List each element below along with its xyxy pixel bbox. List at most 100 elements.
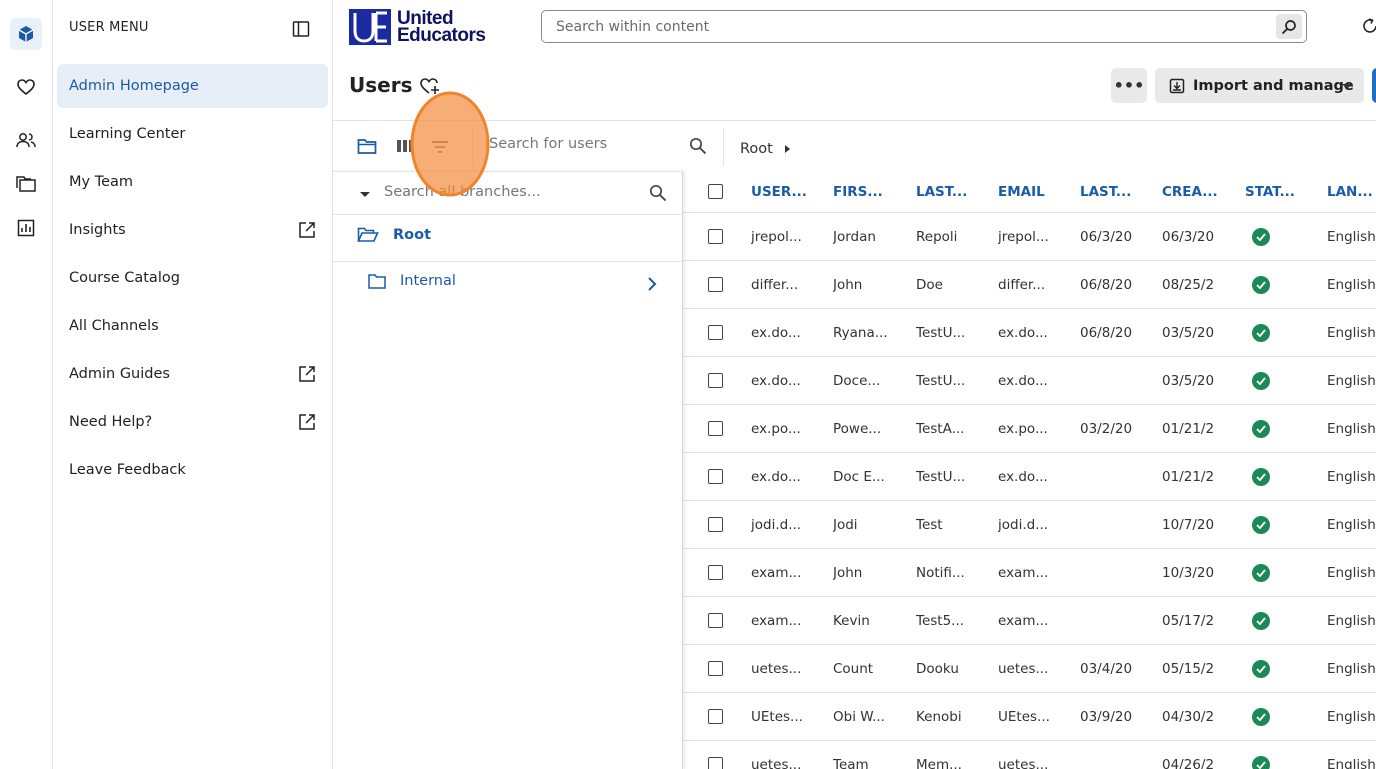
folder-view-icon[interactable] [357,137,377,155]
row-checkbox[interactable] [708,420,723,436]
table-row[interactable]: uetes... Team Mem... uetes... 04/26/2 English [683,741,1376,769]
col-first-name-cell: Count [833,660,874,677]
col-email-cell: uetes... [998,756,1049,769]
col-last-name-cell: Test5... [916,612,965,629]
sidebar-item-course-catalog[interactable]: Course Catalog [57,256,328,300]
col-created-cell: 04/30/2 [1162,708,1215,725]
folders-icon[interactable] [10,168,42,200]
table-row[interactable]: ex.po... Powe... TestA... ex.po... 03/2/20 01… [683,405,1376,453]
branch-root-label: Root [393,227,432,243]
col-email-cell: UEtes... [998,708,1050,725]
select-all-checkbox[interactable] [708,183,723,199]
sidebar-item-admin-homepage[interactable]: Admin Homepage [57,64,328,108]
col-first-name-cell: Powe... [833,420,882,437]
status-cell [1245,597,1270,644]
sidebar-item-admin-guides[interactable]: Admin Guides [57,352,328,396]
row-checkbox[interactable] [708,468,723,484]
table-row[interactable]: ex.do... Ryana... TestU... ex.do... 06/8/20 0… [683,309,1376,357]
breadcrumb-caret-icon [785,145,790,153]
sidebar-item-label: Leave Feedback [69,462,186,478]
col-email-cell: uetes... [998,660,1049,677]
chevron-right-icon[interactable] [646,276,658,291]
import-and-manage-label: Import and manage [1193,77,1354,94]
table-row[interactable]: ex.do... Doc E... TestU... ex.do... 01/21/2 E… [683,453,1376,501]
col-username-cell: exam... [751,564,802,581]
table-row[interactable]: differ... John Doe differ... 06/8/20 08/25/2 E… [683,261,1376,309]
row-checkbox[interactable] [708,372,723,388]
table-row[interactable]: jrepol... Jordan Repoli jrepol... 06/3/20 06/… [683,213,1376,261]
branch-internal[interactable]: Internal [368,273,456,289]
col-created-cell: 05/15/2 [1162,660,1215,677]
cube-icon[interactable] [10,18,42,50]
col-last-login-cell: 06/8/20 [1080,276,1133,293]
search-button[interactable] [1276,14,1302,39]
table-row[interactable]: UEtes... Obi W... Kenobi UEtes... 03/9/20 04/… [683,693,1376,741]
user-search-input[interactable]: Search for users [489,136,607,152]
col-last-login-cell: 03/4/20 [1080,660,1133,677]
row-checkbox[interactable] [708,564,723,580]
primary-action-button[interactable] [1372,68,1376,103]
row-checkbox[interactable] [708,228,723,244]
col-username-cell: jodi.d... [751,516,802,533]
table-row[interactable]: ex.do... Doce... TestU... ex.do... 03/5/20 En… [683,357,1376,405]
united-educators-logo[interactable]: United Educators [349,8,486,46]
col-language-cell: English [1327,228,1376,245]
row-checkbox[interactable] [708,660,723,676]
caret-down-icon[interactable] [360,192,370,197]
sidebar-item-all-channels[interactable]: All Channels [57,304,328,348]
search-icon[interactable] [689,137,707,155]
row-checkbox[interactable] [708,516,723,532]
heart-icon[interactable] [10,71,42,103]
breadcrumb[interactable]: Root [740,141,773,157]
sidebar-item-need-help[interactable]: Need Help? [57,400,328,444]
col-language-cell: English [1327,420,1376,437]
col-last-name-header[interactable]: LAST... [916,171,967,212]
col-created-cell: 05/17/2 [1162,612,1215,629]
import-and-manage-button[interactable]: Import and manage [1155,68,1364,103]
col-language-header[interactable]: LAN... [1327,171,1373,212]
col-created-header[interactable]: CREA... [1162,171,1218,212]
global-search-input[interactable]: Search within content [541,10,1307,43]
row-checkbox[interactable] [708,612,723,628]
refresh-icon[interactable] [1360,16,1376,36]
row-checkbox[interactable] [708,708,723,724]
sidebar-item-my-team[interactable]: My Team [57,160,328,204]
sidebar-item-leave-feedback[interactable]: Leave Feedback [57,448,328,492]
row-checkbox[interactable] [708,276,723,292]
col-created-cell: 01/21/2 [1162,420,1215,437]
sidebar-item-learning-center[interactable]: Learning Center [57,112,328,156]
table-row[interactable]: jodi.d... Jodi Test jodi.d... 10/7/20 English [683,501,1376,549]
col-email-cell: ex.do... [998,468,1048,485]
col-language-cell: English [1327,564,1376,581]
row-checkbox[interactable] [708,324,723,340]
status-cell [1245,453,1270,500]
col-last-login-cell: 03/2/20 [1080,420,1133,437]
col-language-cell: English [1327,708,1376,725]
status-cell [1245,693,1270,740]
table-row[interactable]: exam... John Notifi... exam... 10/3/20 Englis… [683,549,1376,597]
sidebar-item-label: Admin Guides [69,366,170,382]
col-status-header[interactable]: STAT... [1245,171,1295,212]
col-first-name-cell: Doc E... [833,468,885,485]
more-actions-button[interactable]: ••• [1111,68,1147,103]
logo-text: United Educators [397,9,486,45]
table-row[interactable]: exam... Kevin Test5... exam... 05/17/2 Englis… [683,597,1376,645]
sidebar-item-label: Need Help? [69,414,153,430]
status-active-icon [1252,467,1270,486]
col-first-name-header[interactable]: FIRS... [833,171,883,212]
table-row[interactable]: uetes... Count Dooku uetes... 03/4/20 05/15/2… [683,645,1376,693]
col-last-login-header[interactable]: LAST... [1080,171,1131,212]
col-username-cell: differ... [751,276,799,293]
sidebar-item-label: All Channels [69,318,159,334]
chart-icon[interactable] [10,212,42,244]
row-checkbox[interactable] [708,756,723,769]
sidebar-collapse-icon[interactable] [292,20,310,38]
people-icon[interactable] [10,124,42,156]
branch-root[interactable]: Root [357,226,431,244]
status-cell [1245,213,1270,260]
col-username-header[interactable]: USER... [751,171,807,212]
sidebar-item-insights[interactable]: Insights [57,208,328,252]
search-icon[interactable] [649,184,667,202]
page-title: Users [349,73,413,97]
col-email-header[interactable]: EMAIL [998,171,1045,212]
